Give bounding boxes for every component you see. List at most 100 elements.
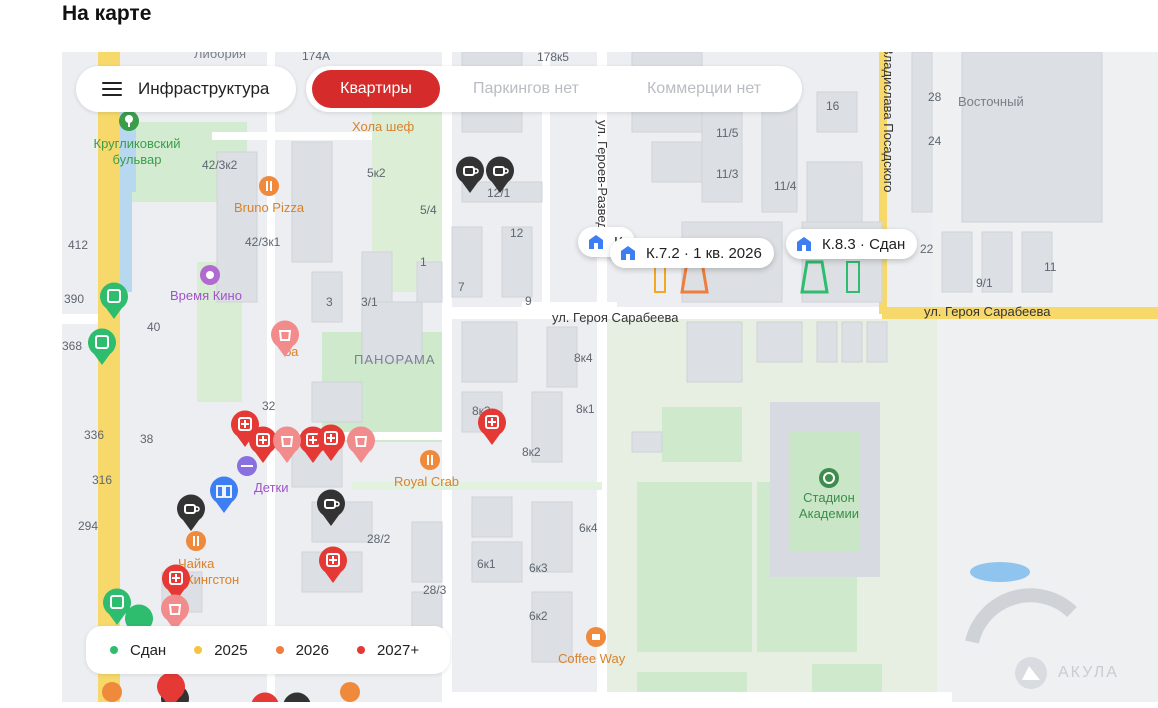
tab-commercial[interactable]: Коммерции нет [612,70,796,108]
building-icon [621,246,635,260]
map-label: 174А [302,52,331,63]
legend-item: 2027+ [356,641,420,659]
map-label: 22 [920,242,934,256]
map-label: Bruno Pizza [234,200,305,215]
library-pin-icon[interactable] [209,476,239,514]
building-icon [589,235,603,249]
map-label: 11/5 [716,126,739,140]
legend-label: 2025 [214,641,248,659]
infrastructure-label: Инфраструктура [138,79,270,98]
stadium-icon[interactable] [818,467,840,489]
coffee-pin-icon[interactable] [455,156,485,194]
map-label: 38 [140,432,154,446]
map-label: Кругликовский бульвар [93,136,181,167]
park-icon[interactable] [118,110,140,132]
map-label: 11/3 [716,167,739,181]
shop-pin-icon[interactable] [346,426,376,464]
map-label: 3/1 [361,295,378,309]
watermark: АКУЛА [1014,656,1119,690]
map-label: 11/4 [774,179,797,193]
callout-label: К.8.3 · Сдан [822,235,906,253]
map-label: Стадион Академии [798,490,860,521]
pharmacy-pin-icon[interactable] [250,692,280,702]
map-label: 3 [326,295,333,309]
map-label: 390 [64,292,85,306]
map-label: 42/3к2 [202,158,238,172]
coffee-pin-icon[interactable] [282,692,312,702]
house-callout[interactable]: К.8.3 · Сдан [786,229,918,259]
map-label: 6к4 [579,521,598,535]
map-label: 42/3к1 [245,235,281,249]
map-label: 178к5 [537,52,569,64]
map-label: 5к2 [367,166,386,180]
map-canvas[interactable] [62,52,1158,702]
map-label: 24 [928,134,942,148]
legend-dot [356,646,365,654]
map-label: 5/4 [420,203,437,217]
restaurant-icon[interactable] [259,176,279,196]
street-label: ул. Героя Сарабеева [552,310,679,325]
map-label: Кингстон [186,572,240,587]
menu-icon [102,81,122,97]
map-label: Coffee Way [558,651,626,666]
house-callout[interactable]: К.7.2 · 1 кв. 2026 [610,238,774,268]
map-label: 11 [1044,260,1057,274]
map-label: 6к3 [529,561,548,575]
coffee-pin-icon[interactable] [176,494,206,532]
map-label: Royal Crab [394,474,460,489]
legend-dot [194,646,203,654]
map-label: 28/3 [423,583,447,597]
map-label: 12 [510,226,524,240]
map-label: ПАНОРАМА [354,352,436,367]
cafe-icon[interactable] [586,627,606,647]
map-label: Восточный [958,94,1024,109]
restaurant-icon[interactable] [420,450,440,470]
map-label: 32 [262,399,276,413]
tab-apartments[interactable]: Квартиры [312,70,440,108]
shop-pin-icon[interactable] [272,426,302,464]
map-label: 316 [92,473,113,487]
callout-label: К.7.2 · 1 кв. 2026 [646,244,762,262]
map-label: 6к1 [477,557,496,571]
legend-dot [275,646,284,654]
page-title: На карте [62,2,152,25]
restaurant-icon[interactable] [186,531,206,551]
legend-label: 2026 [295,641,329,659]
map-label: 28 [928,90,942,104]
bus-stop-pin-icon[interactable] [99,282,129,320]
infrastructure-button[interactable]: Инфраструктура [76,66,296,112]
coffee-pin-icon[interactable] [316,489,346,527]
map[interactable]: Либория 174А 178к5 Хола шеф Кругликовски… [62,52,1158,702]
pharmacy-pin-icon[interactable] [156,672,186,702]
map-label: 368 [62,339,83,353]
cafe-icon[interactable] [340,682,360,702]
map-label: 28/2 [367,532,391,546]
map-label: 1 [420,255,427,269]
legend-item: 2026 [275,641,329,659]
coffee-pin-icon[interactable] [485,156,515,194]
shop-pin-icon[interactable] [270,320,300,358]
pharmacy-pin-icon[interactable] [318,546,348,584]
map-label: Детки [254,480,289,495]
street-label: Владислава Посадского [881,52,896,193]
legend: Сдан 2025 2026 2027+ [86,626,450,674]
map-label: 16 [826,99,840,113]
map-label: Либория [194,52,246,61]
pharmacy-pin-icon[interactable] [316,424,346,462]
legend-label: Сдан [130,641,167,659]
tab-parking[interactable]: Паркингов нет [440,70,612,108]
pharmacy-pin-icon[interactable] [477,408,507,446]
restaurant-icon[interactable] [102,682,122,702]
bus-stop-pin-icon[interactable] [87,328,117,366]
street-label: ул. Героя Сарабеева [924,304,1051,319]
map-label: 8к4 [574,351,593,365]
map-label: 412 [68,238,89,252]
map-label: Хола шеф [352,119,415,134]
cinema-icon[interactable] [199,264,221,286]
map-label: 7 [458,280,465,294]
legend-label: 2027+ [376,641,420,659]
layer-tabs: Квартиры Паркингов нет Коммерции нет [306,66,802,112]
map-label: 9/1 [976,276,993,290]
map-label: 336 [84,428,105,442]
map-label: 294 [78,519,99,533]
